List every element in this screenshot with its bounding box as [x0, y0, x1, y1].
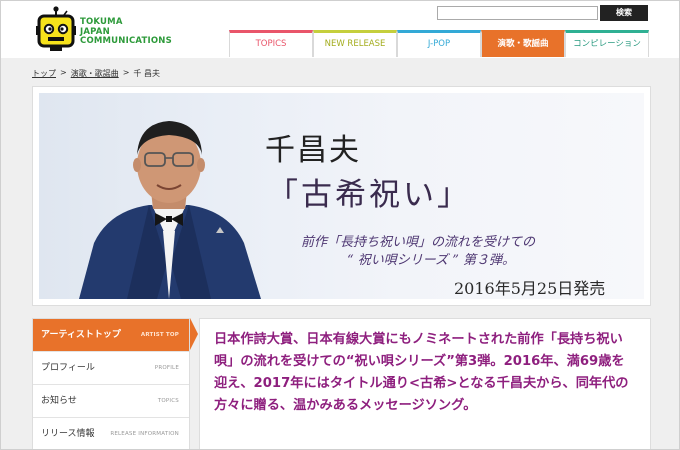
sidebar-item-sublabel: RELEASE INFORMATION — [110, 431, 179, 437]
sidebar-item-topics[interactable]: お知らせ TOPICS — [33, 385, 189, 418]
sidebar-item-sublabel: TOPICS — [157, 398, 179, 404]
tab-jpop[interactable]: J-POP — [397, 30, 481, 57]
search-input[interactable] — [437, 6, 598, 20]
sidebar-item-sublabel: PROFILE — [154, 365, 179, 371]
breadcrumb-top-link[interactable]: トップ — [32, 68, 56, 79]
banner-release-date: 2016年5月25日発売 — [454, 279, 606, 298]
tab-new-release[interactable]: NEW RELEASE — [313, 30, 397, 57]
sidebar-item-label: アーティストトップ — [41, 330, 121, 340]
active-arrow-icon — [190, 318, 198, 350]
breadcrumb: トップ > 演歌・歌謡曲 > 千 昌夫 — [32, 68, 160, 79]
breadcrumb-separator: > — [60, 68, 67, 77]
breadcrumb-enka-link[interactable]: 演歌・歌謡曲 — [71, 68, 119, 79]
sidebar-item-sublabel: ARTIST TOP — [140, 332, 179, 338]
tab-topics[interactable]: TOPICS — [229, 30, 313, 57]
banner-card: 千昌夫 「古希祝い」 前作「長持ち祝い唄」の流れを受けての “ 祝い唄シリーズ … — [32, 86, 651, 306]
sidebar-item-label: お知らせ — [41, 396, 77, 406]
tokuma-logo-icon[interactable] — [36, 6, 76, 52]
tab-enka[interactable]: 演歌・歌謡曲 — [481, 30, 565, 57]
breadcrumb-separator: > — [122, 68, 130, 77]
banner-subtitle: “ 祝い唄シリーズ ” 第３弾。 — [347, 253, 516, 268]
sidebar-item-label: リリース情報 — [41, 429, 95, 439]
main-nav: TOPICS NEW RELEASE J-POP 演歌・歌謡曲 コンピレーション — [229, 30, 649, 57]
release-banner[interactable]: 千昌夫 「古希祝い」 前作「長持ち祝い唄」の流れを受けての “ 祝い唄シリーズ … — [39, 93, 644, 299]
banner-subtitle: 前作「長持ち祝い唄」の流れを受けての — [301, 235, 536, 250]
banner-song-title: 「古希祝い」 — [267, 177, 471, 213]
logo-wordmark[interactable]: TOKUMA JAPAN COMMUNICATIONS — [80, 17, 172, 47]
search-button[interactable]: 検索 — [600, 5, 648, 21]
main-content: 日本作詩大賞、日本有線大賞にもノミネートされた前作「長持ち祝い唄」の流れを受けて… — [199, 318, 651, 450]
sidebar-item-release-info[interactable]: リリース情報 RELEASE INFORMATION — [33, 418, 189, 450]
breadcrumb-current: 千 昌夫 — [133, 69, 160, 78]
sidebar-item-profile[interactable]: プロフィール PROFILE — [33, 352, 189, 385]
artist-sidebar: アーティストトップ ARTIST TOP プロフィール PROFILE お知らせ… — [32, 318, 190, 450]
banner-artist-name: 千昌夫 — [265, 133, 361, 168]
sidebar-item-artist-top[interactable]: アーティストトップ ARTIST TOP — [33, 319, 189, 352]
tab-compilation[interactable]: コンピレーション — [565, 30, 649, 57]
lead-text: 日本作詩大賞、日本有線大賞にもノミネートされた前作「長持ち祝い唄」の流れを受けて… — [214, 332, 629, 413]
sidebar-item-label: プロフィール — [41, 363, 95, 373]
site-header: TOKUMA JAPAN COMMUNICATIONS 検索 TOPICS NE… — [0, 0, 680, 58]
